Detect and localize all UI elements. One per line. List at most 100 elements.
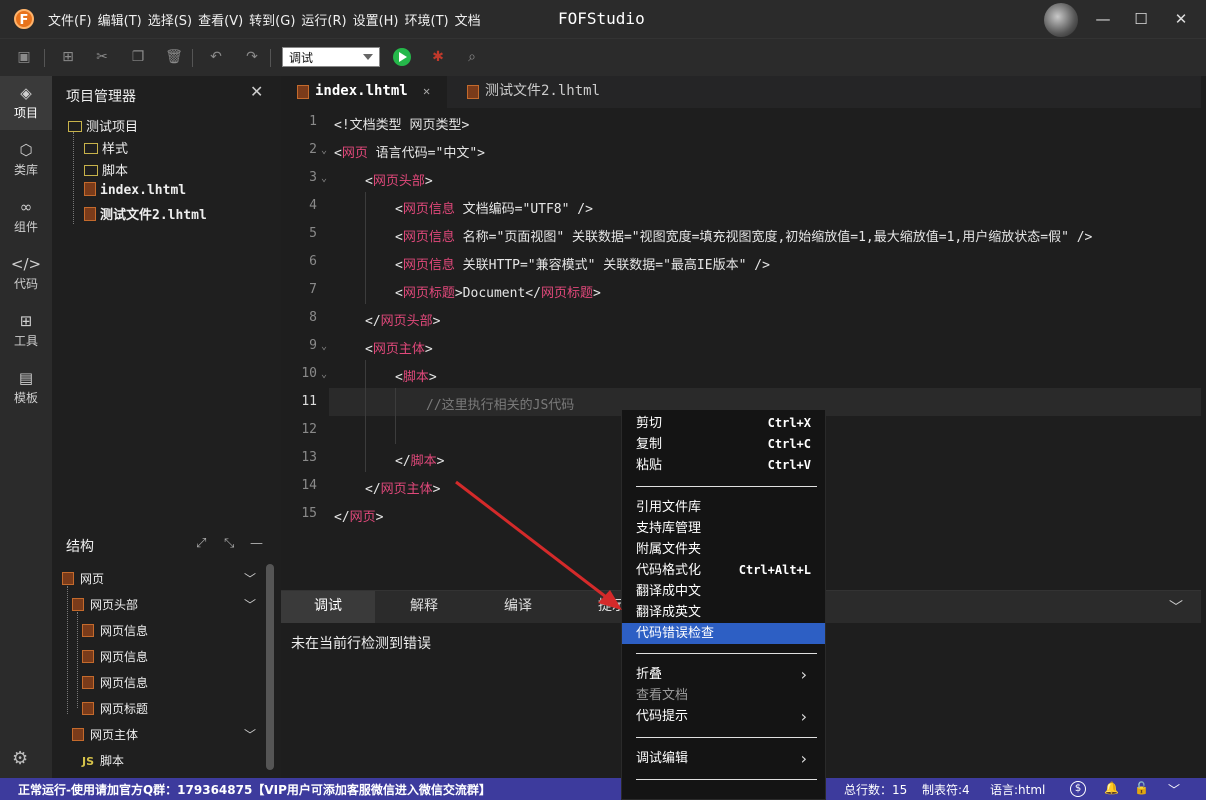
- menu-item-reference-library[interactable]: 引用文件库: [622, 497, 825, 518]
- menu-select[interactable]: 选择(S): [148, 10, 192, 29]
- menu-goto[interactable]: 转到(G): [249, 10, 295, 29]
- notification-bell-icon[interactable]: 🔔: [1104, 781, 1119, 795]
- new-file-icon[interactable]: ⊞: [58, 47, 78, 67]
- structure-scrollbar[interactable]: [266, 564, 274, 770]
- activity-item-tools[interactable]: ⊞ 工具: [0, 304, 52, 358]
- structure-node[interactable]: 网页信息: [82, 648, 148, 665]
- donate-dollar-icon[interactable]: $: [1070, 781, 1086, 797]
- tree-folder-scripts[interactable]: 脚本: [84, 160, 128, 179]
- menu-item-translate-chinese[interactable]: 翻译成中文: [622, 581, 825, 602]
- menu-item-debug-edit[interactable]: 调试编辑 ›: [622, 748, 825, 769]
- fold-chevron-icon[interactable]: ⌄: [321, 145, 327, 156]
- activity-item-project[interactable]: ◈ 项目: [0, 76, 52, 130]
- activity-item-code[interactable]: </> 代码: [0, 247, 52, 301]
- menu-item-attached-folder[interactable]: 附属文件夹: [622, 539, 825, 560]
- explorer-close-icon[interactable]: ✕: [250, 82, 263, 101]
- tree-project[interactable]: 测试项目: [68, 116, 138, 135]
- tab-test2-lhtml[interactable]: 测试文件2.lhtml: [451, 76, 621, 108]
- chevron-down-icon[interactable]: ﹀: [244, 596, 256, 613]
- node-label: 网页主体: [90, 728, 139, 742]
- run-mode-select[interactable]: 调试: [282, 47, 380, 67]
- menu-item-view-docs[interactable]: 查看文档: [622, 685, 825, 706]
- line-number: 2: [309, 142, 317, 157]
- menu-item-code-hints[interactable]: 代码提示 ›: [622, 706, 825, 727]
- activity-item-library[interactable]: ⬡ 类库: [0, 133, 52, 187]
- line-number: 5: [309, 226, 317, 241]
- tree-file-test2[interactable]: 测试文件2.lhtml: [84, 204, 207, 223]
- structure-node[interactable]: 网页标题: [82, 700, 148, 717]
- user-avatar[interactable]: [1044, 3, 1078, 37]
- copy-icon[interactable]: ❐: [128, 47, 148, 67]
- cut-icon[interactable]: ✂: [92, 47, 112, 67]
- panel-tab-compile[interactable]: 编译: [471, 591, 565, 623]
- menu-item-shortcut: Ctrl+Alt+L: [738, 563, 811, 577]
- html-file-icon: [84, 207, 96, 221]
- maximize-button[interactable]: ☐: [1130, 8, 1152, 30]
- activity-item-components[interactable]: ∞ 组件: [0, 190, 52, 244]
- chevron-down-icon[interactable]: ﹀: [244, 726, 256, 743]
- status-total-lines: 总行数：15: [844, 783, 908, 797]
- tree-label: index.lhtml: [100, 183, 187, 198]
- menu-item-fold[interactable]: 折叠 ›: [622, 664, 825, 685]
- menu-item-library-manager[interactable]: 支持库管理: [622, 518, 825, 539]
- run-icon[interactable]: [393, 48, 411, 66]
- close-button[interactable]: ✕: [1170, 8, 1192, 30]
- activity-item-templates[interactable]: ▤ 模板: [0, 361, 52, 415]
- tools-icon: ⊞: [19, 312, 33, 330]
- menu-item-label: 引用文件库: [636, 500, 702, 515]
- menu-edit[interactable]: 编辑(T): [98, 10, 142, 29]
- menu-item-label: 粘贴: [636, 458, 663, 473]
- menu-item-copy[interactable]: 复制 Ctrl+C: [622, 434, 825, 455]
- structure-node[interactable]: 网页信息: [82, 674, 148, 691]
- menu-docs[interactable]: 文档: [455, 10, 481, 29]
- menu-file[interactable]: 文件(F): [48, 10, 92, 29]
- code-line: <网页标题>Document</网页标题>: [395, 286, 601, 301]
- menu-environment[interactable]: 环境(T): [405, 10, 449, 29]
- expand-icon[interactable]: ⤢: [196, 536, 206, 551]
- collapse-icon[interactable]: ⤡: [224, 536, 234, 551]
- code-line: <网页头部>: [365, 174, 433, 189]
- tree-file-index[interactable]: index.lhtml: [84, 182, 186, 198]
- chevron-down-icon[interactable]: ﹀: [1168, 781, 1180, 798]
- menu-item-cut[interactable]: 剪切 Ctrl+X: [622, 413, 825, 434]
- tree-folder-styles[interactable]: 样式: [84, 138, 128, 157]
- menu-item-paste[interactable]: 粘贴 Ctrl+V: [622, 455, 825, 476]
- redo-icon[interactable]: ↷: [242, 47, 262, 67]
- menu-view[interactable]: 查看(V): [198, 10, 243, 29]
- save-icon[interactable]: ▣: [14, 47, 34, 67]
- context-menu: 剪切 Ctrl+X 复制 Ctrl+C 粘贴 Ctrl+V 引用文件库 支持库管理 附…: [621, 409, 826, 800]
- menu-item-translate-english[interactable]: 翻译成英文: [622, 602, 825, 623]
- code-line: <网页主体>: [365, 342, 433, 357]
- status-language[interactable]: 语言:html: [990, 781, 1045, 798]
- panel-tab-interpret[interactable]: 解释: [377, 591, 471, 623]
- menu-separator: [636, 486, 817, 487]
- menu-item-format-code[interactable]: 代码格式化 Ctrl+Alt+L: [622, 560, 825, 581]
- fold-chevron-icon[interactable]: ⌄: [321, 173, 327, 184]
- debug-bug-icon[interactable]: ✱: [428, 47, 448, 67]
- tab-index-lhtml[interactable]: index.lhtml ✕: [281, 76, 447, 108]
- tab-close-icon[interactable]: ✕: [423, 76, 430, 106]
- structure-node[interactable]: 网页主体: [72, 726, 138, 743]
- structure-node[interactable]: 网页头部: [72, 596, 138, 613]
- find-icon[interactable]: ⌕: [462, 47, 482, 67]
- chevron-down-icon[interactable]: ﹀: [1169, 597, 1183, 617]
- html-tag-icon: [72, 598, 84, 611]
- panel-tab-debug[interactable]: 调试: [281, 591, 375, 623]
- menu-run[interactable]: 运行(R): [301, 10, 346, 29]
- chevron-down-icon[interactable]: ﹀: [244, 570, 256, 587]
- lock-icon[interactable]: 🔓: [1134, 781, 1149, 795]
- fold-chevron-icon[interactable]: ⌄: [321, 369, 327, 380]
- minimize-panel-icon[interactable]: —: [250, 536, 263, 551]
- delete-icon[interactable]: 🗑: [164, 47, 184, 67]
- settings-gear-icon[interactable]: ⚙: [12, 748, 28, 769]
- status-tab-size[interactable]: 制表符:4: [922, 781, 970, 798]
- structure-node[interactable]: 网页信息: [82, 622, 148, 639]
- undo-icon[interactable]: ↶: [206, 47, 226, 67]
- menu-item-shortcut: Ctrl+C: [767, 437, 811, 451]
- menu-settings[interactable]: 设置(H): [353, 10, 399, 29]
- minimize-button[interactable]: —: [1092, 8, 1114, 30]
- structure-node[interactable]: JS 脚本: [82, 752, 124, 769]
- menu-item-error-check[interactable]: 代码错误检查: [622, 623, 825, 644]
- structure-node[interactable]: 网页: [62, 570, 104, 587]
- fold-chevron-icon[interactable]: ⌄: [321, 341, 327, 352]
